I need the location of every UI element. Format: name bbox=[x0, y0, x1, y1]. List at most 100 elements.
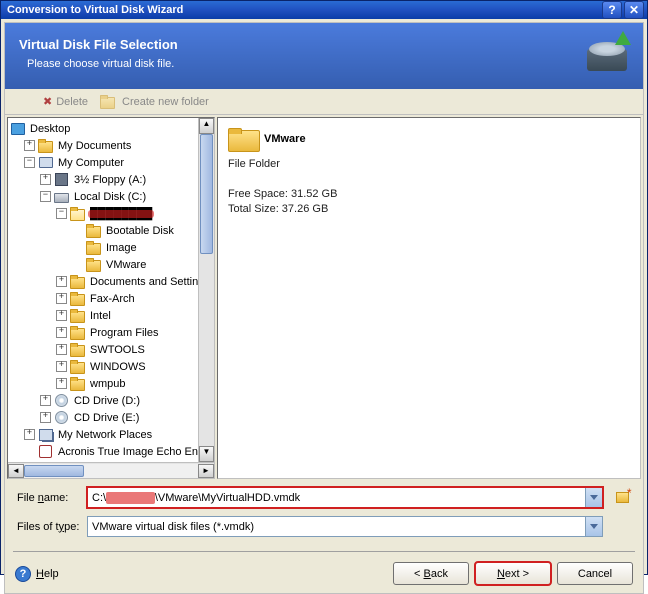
expander-icon[interactable]: + bbox=[56, 310, 67, 321]
help-titlebar-button[interactable]: ? bbox=[602, 1, 622, 19]
scroll-left-icon[interactable]: ◄ bbox=[8, 464, 24, 478]
scroll-thumb[interactable] bbox=[200, 134, 213, 254]
folder-icon bbox=[86, 224, 101, 238]
app-icon bbox=[38, 445, 53, 459]
scroll-up-icon[interactable]: ▲ bbox=[199, 118, 214, 134]
folder-icon bbox=[70, 275, 85, 289]
expander-icon[interactable]: + bbox=[56, 293, 67, 304]
details-type: File Folder bbox=[228, 158, 630, 170]
folder-tree[interactable]: Desktop +My Documents −My Computer +3½ F… bbox=[8, 118, 198, 462]
tree-node-my-documents[interactable]: +My Documents bbox=[8, 137, 198, 154]
horizontal-scrollbar[interactable]: ◄ ► bbox=[8, 462, 214, 478]
tree-node-cd-drive-e[interactable]: +CD Drive (E:) bbox=[8, 409, 198, 426]
tree-node-bootable-disk[interactable]: Bootable Disk bbox=[8, 222, 198, 239]
cd-icon bbox=[54, 394, 69, 408]
new-file-button[interactable] bbox=[613, 489, 631, 507]
toolbar: ✖ Delete Create new folder bbox=[5, 89, 643, 115]
tree-node-documents-settings[interactable]: +Documents and Setting bbox=[8, 273, 198, 290]
folder-icon bbox=[70, 360, 85, 374]
expander-icon[interactable]: + bbox=[56, 276, 67, 287]
expander-icon[interactable]: + bbox=[56, 378, 67, 389]
folder-tree-pane: Desktop +My Documents −My Computer +3½ F… bbox=[7, 117, 215, 479]
scroll-thumb[interactable] bbox=[24, 465, 84, 477]
tree-node-network-places[interactable]: +My Network Places bbox=[8, 426, 198, 443]
disk-convert-icon bbox=[585, 33, 629, 73]
folder-open-icon bbox=[70, 207, 85, 221]
details-free-space: Free Space: 31.52 GB bbox=[228, 188, 630, 200]
wizard-window: Conversion to Virtual Disk Wizard ? ✕ Vi… bbox=[0, 0, 648, 575]
folder-icon bbox=[70, 326, 85, 340]
folder-large-icon bbox=[228, 126, 258, 152]
tree-node-my-computer[interactable]: −My Computer bbox=[8, 154, 198, 171]
filename-input[interactable]: C:\██████\VMware\MyVirtualHDD.vmdk bbox=[87, 487, 586, 508]
expander-icon[interactable]: + bbox=[24, 429, 35, 440]
tree-node-wmpub[interactable]: +wmpub bbox=[8, 375, 198, 392]
wizard-header: Virtual Disk File Selection Please choos… bbox=[5, 23, 643, 89]
window-title: Conversion to Virtual Disk Wizard bbox=[7, 4, 602, 16]
tree-node-image[interactable]: Image bbox=[8, 239, 198, 256]
expander-icon[interactable]: + bbox=[40, 412, 51, 423]
tree-node-cd-drive-d[interactable]: +CD Drive (D:) bbox=[8, 392, 198, 409]
delete-icon: ✖ bbox=[43, 95, 52, 108]
close-titlebar-button[interactable]: ✕ bbox=[624, 1, 644, 19]
expander-icon[interactable]: + bbox=[40, 395, 51, 406]
titlebar: Conversion to Virtual Disk Wizard ? ✕ bbox=[1, 1, 647, 19]
folder-icon bbox=[70, 377, 85, 391]
new-folder-icon bbox=[100, 95, 115, 109]
create-folder-button[interactable]: Create new folder bbox=[100, 95, 209, 109]
folder-icon bbox=[70, 292, 85, 306]
tree-node-local-disk-c[interactable]: −Local Disk (C:) bbox=[8, 188, 198, 205]
back-button[interactable]: < Back bbox=[393, 562, 469, 585]
expander-icon[interactable]: + bbox=[56, 344, 67, 355]
folder-icon bbox=[70, 309, 85, 323]
expander-icon[interactable]: + bbox=[56, 327, 67, 338]
tree-node-windows[interactable]: +WINDOWS bbox=[8, 358, 198, 375]
filename-input-wrap: C:\██████\VMware\MyVirtualHDD.vmdk bbox=[87, 487, 603, 508]
tree-node-vmware[interactable]: VMware bbox=[8, 256, 198, 273]
help-link[interactable]: ? Help bbox=[15, 566, 59, 582]
expander-icon[interactable]: − bbox=[56, 208, 67, 219]
details-pane: VMware File Folder Free Space: 31.52 GB … bbox=[217, 117, 641, 479]
separator bbox=[13, 551, 635, 552]
floppy-icon bbox=[54, 173, 69, 187]
folder-icon bbox=[38, 139, 53, 153]
header-subtitle: Please choose virtual disk file. bbox=[19, 58, 585, 70]
computer-icon bbox=[38, 156, 53, 170]
filetype-select[interactable]: VMware virtual disk files (*.vmdk) bbox=[87, 516, 586, 537]
tree-node-desktop[interactable]: Desktop bbox=[8, 120, 198, 137]
filetype-input-wrap: VMware virtual disk files (*.vmdk) bbox=[87, 516, 603, 537]
expander-icon[interactable]: + bbox=[24, 140, 35, 151]
scroll-down-icon[interactable]: ▼ bbox=[199, 446, 214, 462]
delete-button[interactable]: ✖ Delete bbox=[43, 95, 88, 108]
desktop-icon bbox=[10, 122, 25, 136]
tree-node-program-files[interactable]: +Program Files bbox=[8, 324, 198, 341]
network-icon bbox=[38, 428, 53, 442]
tree-node-redacted[interactable]: −████████ bbox=[8, 205, 198, 222]
filename-dropdown-button[interactable] bbox=[586, 487, 603, 508]
cd-icon bbox=[54, 411, 69, 425]
folder-icon bbox=[86, 241, 101, 255]
next-button[interactable]: Next > bbox=[475, 562, 551, 585]
tree-node-acronis[interactable]: Acronis True Image Echo Ente bbox=[8, 443, 198, 460]
expander-icon[interactable]: − bbox=[40, 191, 51, 202]
folder-icon bbox=[86, 258, 101, 272]
header-title: Virtual Disk File Selection bbox=[19, 37, 585, 52]
expander-icon[interactable]: + bbox=[40, 174, 51, 185]
tree-node-fax-arch[interactable]: +Fax-Arch bbox=[8, 290, 198, 307]
expander-icon[interactable]: + bbox=[56, 361, 67, 372]
scroll-right-icon[interactable]: ► bbox=[198, 464, 214, 478]
filetype-label: Files of type: bbox=[17, 521, 81, 533]
tree-node-intel[interactable]: +Intel bbox=[8, 307, 198, 324]
cancel-button[interactable]: Cancel bbox=[557, 562, 633, 585]
details-total-size: Total Size: 37.26 GB bbox=[228, 203, 630, 215]
filename-label: File name: bbox=[17, 492, 81, 504]
tree-node-floppy[interactable]: +3½ Floppy (A:) bbox=[8, 171, 198, 188]
filetype-dropdown-button[interactable] bbox=[586, 516, 603, 537]
help-icon: ? bbox=[15, 566, 31, 582]
details-name: VMware bbox=[264, 133, 306, 145]
drive-icon bbox=[54, 190, 69, 204]
vertical-scrollbar[interactable]: ▲ ▼ bbox=[198, 118, 214, 462]
folder-icon bbox=[70, 343, 85, 357]
tree-node-swtools[interactable]: +SWTOOLS bbox=[8, 341, 198, 358]
expander-icon[interactable]: − bbox=[24, 157, 35, 168]
